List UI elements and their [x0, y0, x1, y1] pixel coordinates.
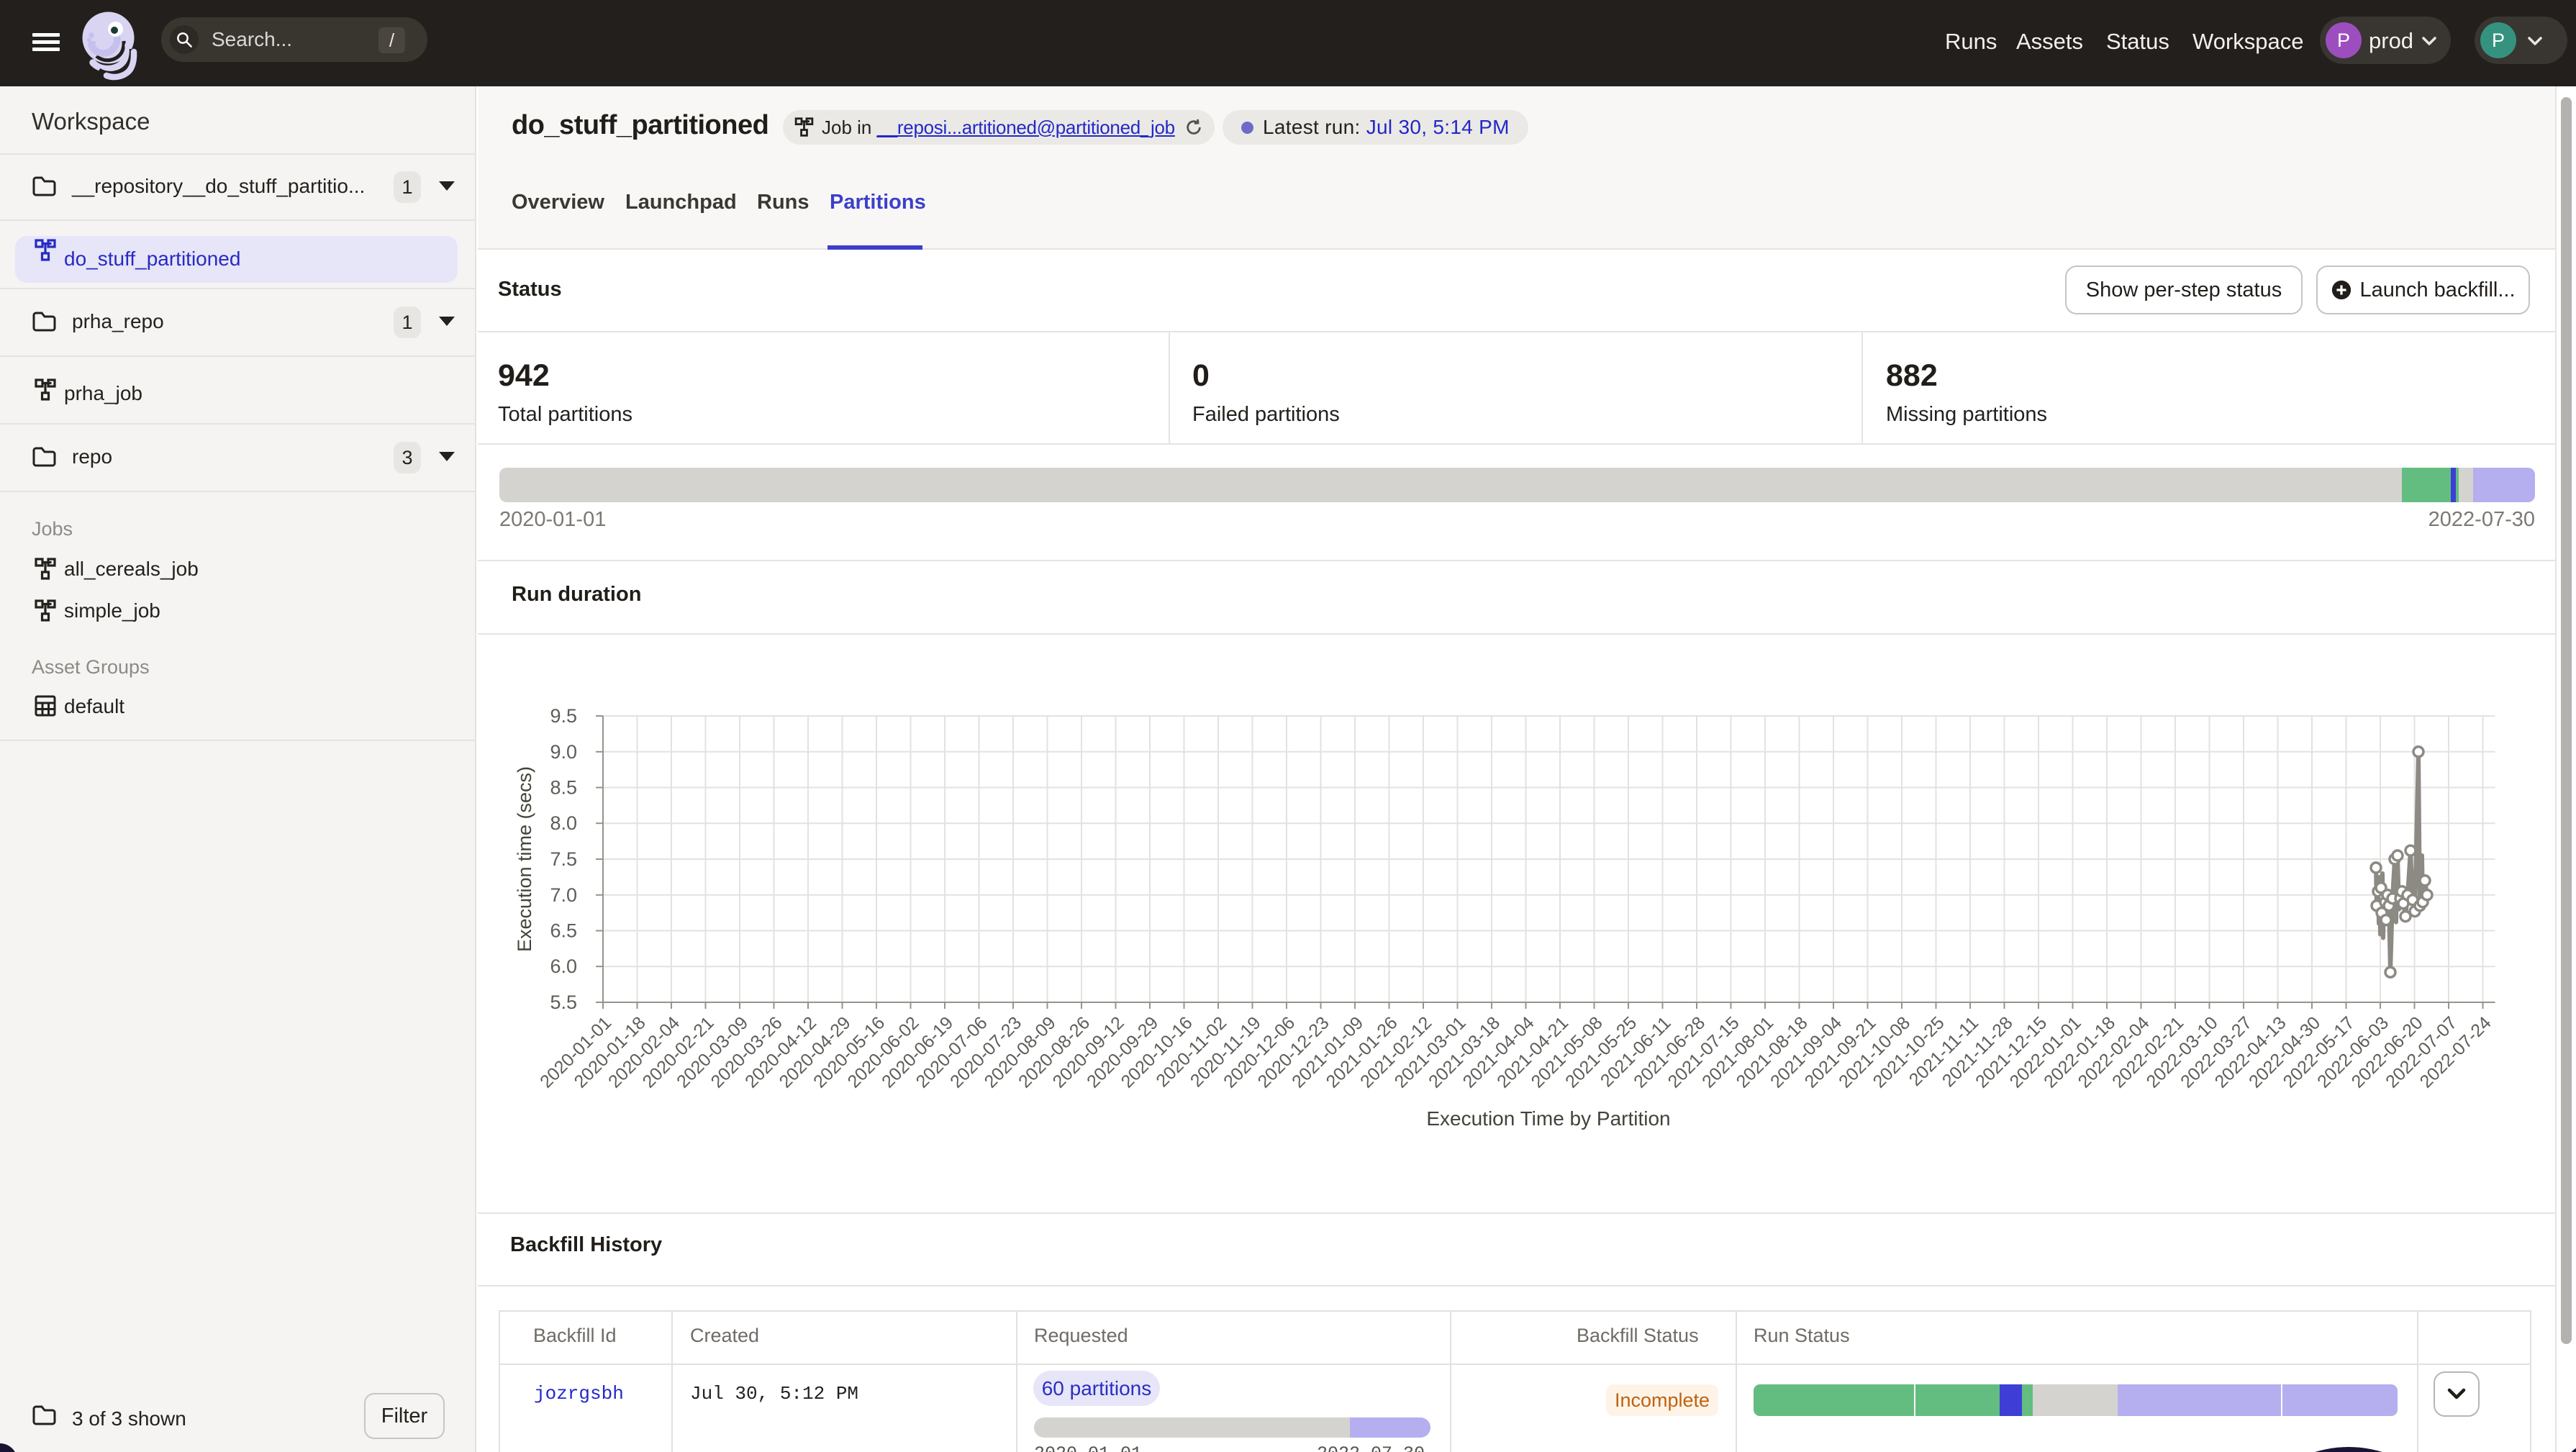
svg-text:Execution time (secs): Execution time (secs): [514, 766, 535, 952]
svg-text:Execution Time by Partition: Execution Time by Partition: [1426, 1107, 1670, 1130]
svg-text:6.0: 6.0: [550, 956, 577, 977]
svg-text:7.5: 7.5: [550, 848, 577, 870]
svg-text:5.5: 5.5: [550, 992, 577, 1013]
svg-text:9.0: 9.0: [550, 741, 577, 763]
svg-text:6.5: 6.5: [550, 920, 577, 942]
svg-text:7.0: 7.0: [550, 884, 577, 906]
svg-text:8.0: 8.0: [550, 812, 577, 834]
svg-text:9.5: 9.5: [550, 705, 577, 727]
svg-text:8.5: 8.5: [550, 777, 577, 799]
